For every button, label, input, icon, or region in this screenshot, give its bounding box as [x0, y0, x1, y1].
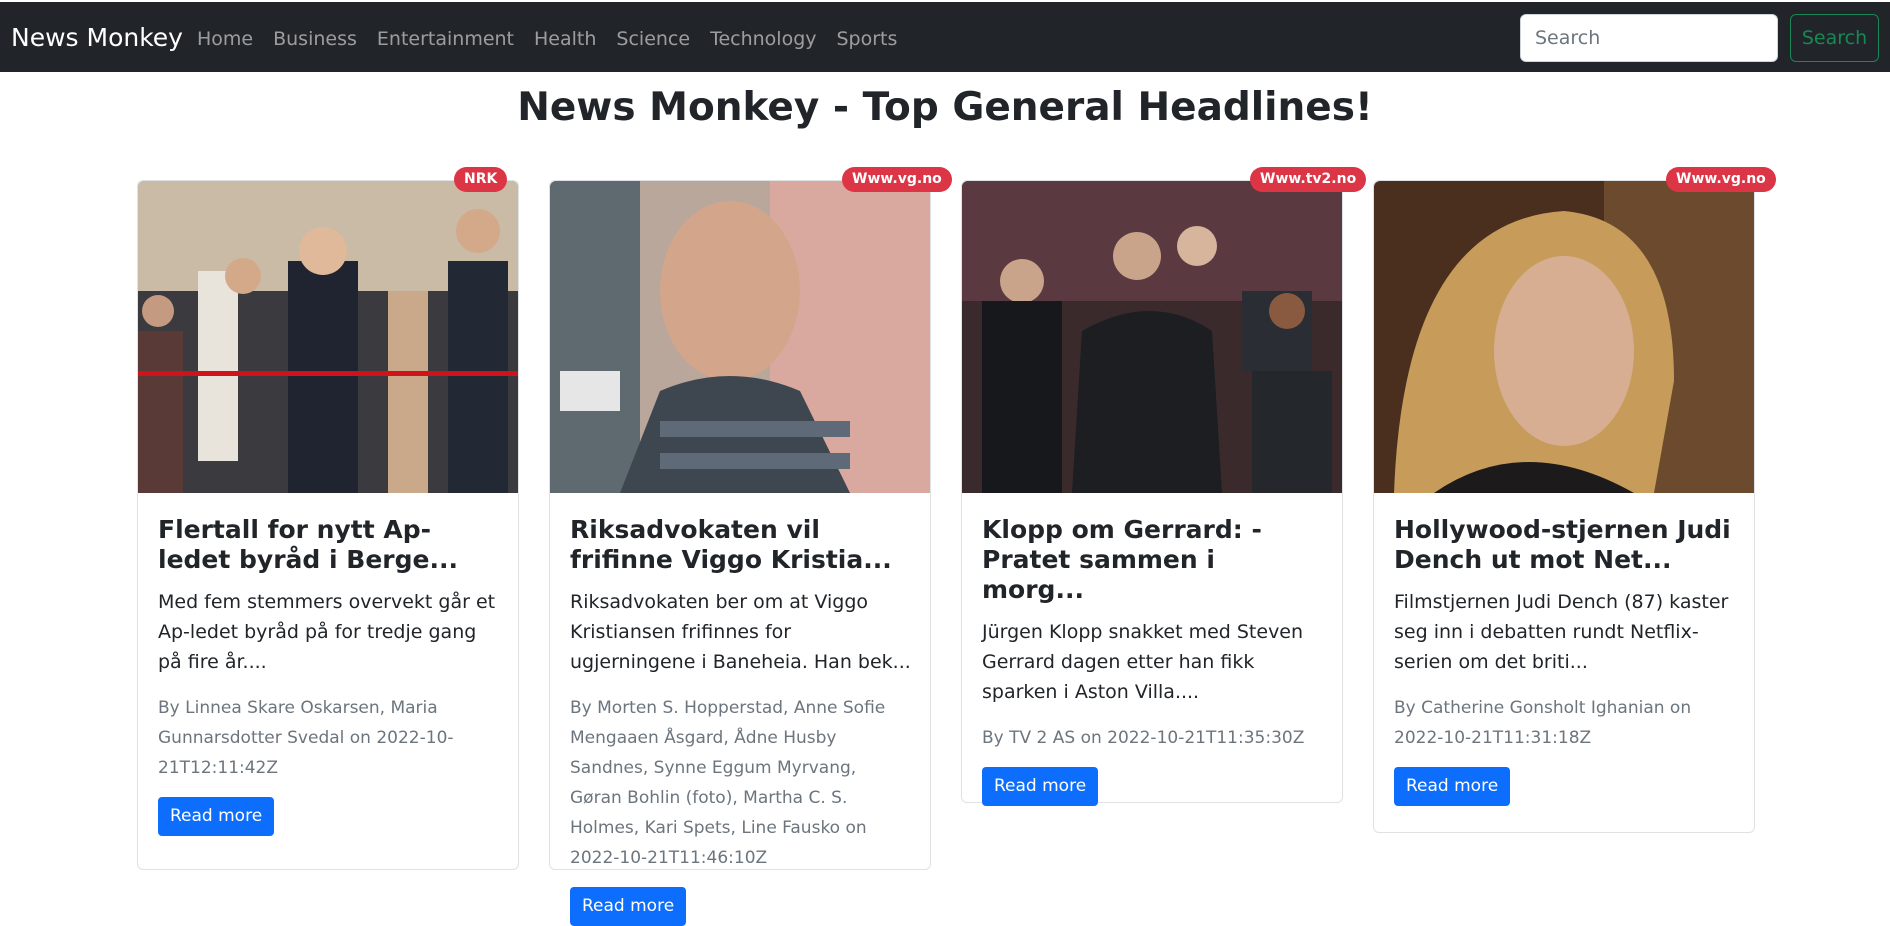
news-image: [962, 181, 1342, 493]
search-button[interactable]: Search: [1790, 14, 1879, 62]
news-card: Www.vg.no Hollywood-stjernen Judi Dench …: [1373, 167, 1776, 833]
card-author-date: By Morten S. Hopperstad, Anne Sofie Meng…: [570, 698, 886, 868]
news-image: [1374, 181, 1754, 493]
card-title: Flertall for nytt Ap-ledet byråd i Berge…: [158, 515, 458, 574]
card-description: Jürgen Klopp snakket med Steven Gerrard …: [982, 621, 1304, 703]
card-body: Klopp om Gerrard: - Pratet sammen i morg…: [982, 515, 1324, 806]
nav-link-science[interactable]: Science: [616, 26, 690, 52]
read-more-button[interactable]: Read more: [1394, 767, 1511, 806]
page-title: News Monkey - Top General Headlines!: [517, 85, 1373, 130]
search-input[interactable]: [1520, 14, 1778, 62]
card-title: Hollywood-stjernen Judi Dench ut mot Net…: [1394, 515, 1731, 574]
news-card: NRK Flertall for nytt Ap-ledet byråd i B…: [137, 167, 519, 870]
news-card: Www.tv2.no Klopp om Gerrard: - Pratet sa…: [961, 167, 1367, 806]
card-description: Riksadvokaten ber om at Viggo Kristianse…: [570, 591, 911, 673]
read-more-button[interactable]: Read more: [982, 767, 1099, 806]
source-badge: Www.vg.no: [1666, 167, 1776, 192]
source-badge: Www.vg.no: [842, 167, 952, 192]
source-badge: Www.tv2.no: [1250, 167, 1367, 192]
card-author-date: By Catherine Gonsholt Ighanian on 2022-1…: [1394, 698, 1692, 748]
card-description: Med fem stemmers overvekt går et Ap-lede…: [158, 591, 496, 673]
nav-link-entertainment[interactable]: Entertainment: [377, 26, 514, 52]
nav-link-sports[interactable]: Sports: [837, 26, 898, 52]
card-description: Filmstjernen Judi Dench (87) kaster seg …: [1394, 591, 1729, 673]
nav-link-business[interactable]: Business: [273, 26, 357, 52]
nav-link-health[interactable]: Health: [534, 26, 596, 52]
navbar: News Monkey Home Business Entertainment …: [0, 2, 1890, 72]
card-author-date: By Linnea Skare Oskarsen, Maria Gunnarsd…: [158, 698, 454, 778]
news-card: Www.vg.no Riksadvokaten vil frifinne Vig…: [549, 167, 952, 926]
nav-links: Home Business Entertainment Health Scien…: [197, 26, 897, 52]
card-title: Riksadvokaten vil frifinne Viggo Kristia…: [570, 515, 892, 574]
source-badge: NRK: [454, 167, 508, 192]
read-more-button[interactable]: Read more: [158, 797, 275, 836]
card-body: Hollywood-stjernen Judi Dench ut mot Net…: [1394, 515, 1736, 806]
news-image: [138, 181, 518, 493]
navbar-brand[interactable]: News Monkey: [11, 23, 183, 53]
card-author-date: By TV 2 AS on 2022-10-21T11:35:30Z: [982, 728, 1305, 748]
news-image: [550, 181, 930, 493]
nav-link-technology[interactable]: Technology: [710, 26, 816, 52]
card-body: Flertall for nytt Ap-ledet byråd i Berge…: [158, 515, 500, 836]
nav-link-home[interactable]: Home: [197, 26, 253, 52]
card-body: Riksadvokaten vil frifinne Viggo Kristia…: [570, 515, 912, 926]
read-more-button[interactable]: Read more: [570, 887, 687, 926]
card-title: Klopp om Gerrard: - Pratet sammen i morg…: [982, 515, 1262, 604]
